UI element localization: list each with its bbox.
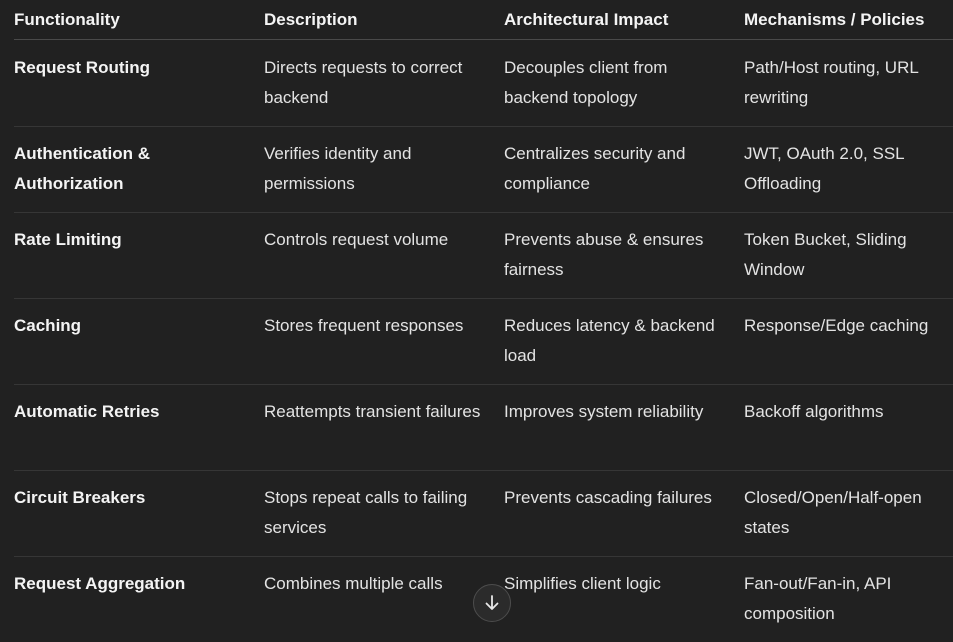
impact-cell: Prevents abuse & ensures fairness [504, 230, 704, 279]
mechanisms-cell: Backoff algorithms [744, 402, 884, 421]
table-row: Automatic Retries Reattempts transient f… [14, 384, 953, 471]
impact-cell: Improves system reliability [504, 402, 704, 421]
header-architectural-impact: Architectural Impact [504, 10, 669, 29]
functionality-cell: Caching [14, 316, 82, 335]
mechanisms-cell: JWT, OAuth 2.0, SSL Offloading [744, 144, 904, 193]
header-mechanisms-policies: Mechanisms / Policies [744, 10, 925, 29]
mechanisms-cell: Token Bucket, Sliding Window [744, 230, 907, 279]
table-row: Circuit Breakers Stops repeat calls to f… [14, 470, 953, 557]
table-row: Rate Limiting Controls request volume Pr… [14, 212, 953, 299]
table-row: Caching Stores frequent responses Reduce… [14, 298, 953, 385]
description-cell: Verifies identity and permissions [264, 144, 412, 193]
description-cell: Directs requests to correct backend [264, 58, 463, 107]
table-row: Authentication & Authorization Verifies … [14, 126, 953, 213]
scroll-to-bottom-button[interactable] [473, 584, 511, 622]
mechanisms-cell: Closed/Open/Half-open states [744, 488, 922, 537]
functionality-cell: Rate Limiting [14, 230, 122, 249]
description-cell: Stores frequent responses [264, 316, 464, 335]
header-description: Description [264, 10, 358, 29]
mechanisms-cell: Response/Edge caching [744, 316, 929, 335]
description-cell: Reattempts transient failures [264, 402, 481, 421]
impact-cell: Reduces latency & backend load [504, 316, 715, 365]
description-cell: Combines multiple calls [264, 574, 443, 593]
functionality-cell: Automatic Retries [14, 402, 160, 421]
functionality-cell: Circuit Breakers [14, 488, 146, 507]
header-functionality: Functionality [14, 10, 120, 29]
description-cell: Stops repeat calls to failing services [264, 488, 468, 537]
impact-cell: Centralizes security and compliance [504, 144, 686, 193]
impact-cell: Simplifies client logic [504, 574, 661, 593]
table-header: Functionality Description Architectural … [14, 0, 953, 40]
functionality-table: Functionality Description Architectural … [0, 0, 953, 642]
arrow-down-icon [485, 595, 499, 610]
description-cell: Controls request volume [264, 230, 449, 249]
table-row: Request Routing Directs requests to corr… [14, 40, 953, 127]
impact-cell: Prevents cascading failures [504, 488, 712, 507]
mechanisms-cell: Fan-out/Fan-in, API composition [744, 574, 892, 623]
mechanisms-cell: Path/Host routing, URL rewriting [744, 58, 919, 107]
impact-cell: Decouples client from backend topology [504, 58, 668, 107]
functionality-cell: Request Routing [14, 58, 150, 77]
functionality-cell: Request Aggregation [14, 574, 186, 593]
functionality-cell: Authentication & Authorization [14, 144, 150, 193]
